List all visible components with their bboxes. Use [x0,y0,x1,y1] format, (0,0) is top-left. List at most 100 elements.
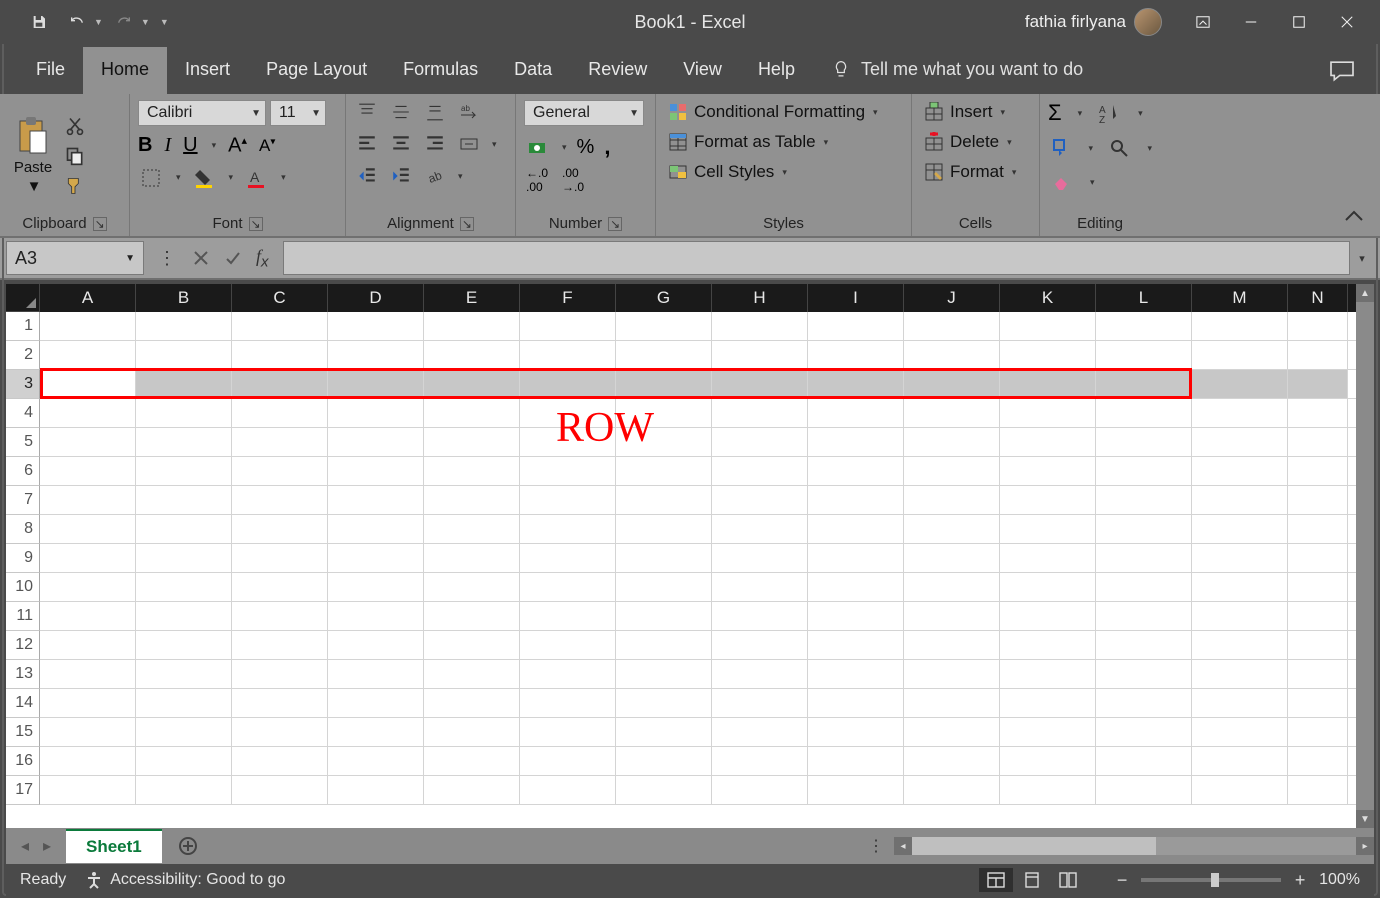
cell[interactable] [232,341,328,369]
cell[interactable] [1192,602,1288,630]
cell[interactable] [424,370,520,398]
cell[interactable] [1000,573,1096,601]
cell[interactable] [616,602,712,630]
cell[interactable] [712,544,808,572]
cell[interactable] [520,573,616,601]
cell[interactable] [328,486,424,514]
row-header[interactable]: 15 [6,718,40,747]
comments-icon[interactable] [1328,60,1356,87]
cell[interactable] [232,544,328,572]
row-header[interactable]: 5 [6,428,40,457]
clear-icon[interactable] [1048,170,1074,194]
cell[interactable] [1192,689,1288,717]
cell[interactable] [136,689,232,717]
cell[interactable] [1000,457,1096,485]
cell[interactable] [1192,312,1288,340]
cell[interactable] [1096,486,1192,514]
scroll-down-icon[interactable]: ▼ [1356,810,1374,828]
cell[interactable] [616,689,712,717]
cell[interactable] [328,573,424,601]
cell[interactable] [424,747,520,775]
cell[interactable] [1288,776,1348,804]
tab-help[interactable]: Help [740,47,813,94]
cell[interactable] [904,660,1000,688]
row-header[interactable]: 11 [6,602,40,631]
cell[interactable] [232,573,328,601]
cell[interactable] [712,689,808,717]
row-header[interactable]: 17 [6,776,40,805]
cell[interactable] [328,631,424,659]
align-bottom-icon[interactable] [422,100,448,124]
cell[interactable] [328,544,424,572]
cell[interactable] [904,486,1000,514]
row-header[interactable]: 10 [6,573,40,602]
expand-formula-bar-icon[interactable]: ▾ [1350,252,1374,265]
paste-button[interactable]: Paste▼ [8,100,58,212]
column-header[interactable]: A [40,284,136,312]
column-header[interactable]: C [232,284,328,312]
cell[interactable] [1000,776,1096,804]
cell[interactable] [40,631,136,659]
cell[interactable] [712,399,808,427]
cell[interactable] [712,370,808,398]
cell[interactable] [232,718,328,746]
cell[interactable] [1096,631,1192,659]
cell[interactable] [1096,399,1192,427]
cell[interactable] [616,457,712,485]
scroll-right-icon[interactable]: ▸ [1356,837,1374,855]
cell[interactable] [1192,631,1288,659]
cell[interactable] [424,718,520,746]
vertical-scrollbar[interactable]: ▲▼ [1356,284,1374,828]
clipboard-launcher-icon[interactable]: ↘ [93,217,107,231]
cell[interactable] [616,370,712,398]
decrease-indent-icon[interactable] [354,164,380,188]
cell[interactable] [232,631,328,659]
cell[interactable] [424,660,520,688]
name-box[interactable]: A3▼ [6,241,144,275]
undo-icon[interactable] [60,8,94,36]
cell[interactable] [424,631,520,659]
cell[interactable] [712,573,808,601]
underline-button[interactable]: U [183,134,197,157]
cell[interactable] [1000,399,1096,427]
cell[interactable] [40,341,136,369]
cell[interactable] [1288,486,1348,514]
minimize-icon[interactable] [1228,6,1274,38]
merge-icon[interactable] [456,132,482,156]
ribbon-display-icon[interactable] [1180,6,1226,38]
cell[interactable] [808,399,904,427]
cell[interactable] [520,457,616,485]
cell[interactable] [1288,747,1348,775]
cell[interactable] [1000,428,1096,456]
cell[interactable] [424,689,520,717]
page-break-view-icon[interactable] [1051,868,1085,892]
cell[interactable] [1192,370,1288,398]
cell[interactable] [1288,573,1348,601]
sort-filter-icon[interactable]: AZ [1096,101,1122,125]
cell[interactable] [1192,544,1288,572]
cell[interactable] [616,718,712,746]
cell[interactable] [232,689,328,717]
cell[interactable] [424,573,520,601]
column-header[interactable]: N [1288,284,1348,312]
cell[interactable] [1192,399,1288,427]
cell[interactable] [520,660,616,688]
cell[interactable] [232,457,328,485]
cell[interactable] [424,602,520,630]
cell[interactable] [328,747,424,775]
tab-data[interactable]: Data [496,47,570,94]
zoom-out-button[interactable]: − [1113,870,1131,891]
column-header[interactable]: G [616,284,712,312]
font-size-combo[interactable]: 11▼ [270,100,326,126]
cell[interactable] [424,776,520,804]
cell[interactable] [40,312,136,340]
tab-home[interactable]: Home [83,47,167,94]
cell[interactable] [1192,718,1288,746]
cancel-formula-icon[interactable] [192,249,210,267]
cell[interactable] [424,399,520,427]
column-header[interactable]: H [712,284,808,312]
cell[interactable] [808,428,904,456]
cell[interactable] [424,428,520,456]
cell[interactable] [1000,631,1096,659]
cell[interactable] [616,573,712,601]
